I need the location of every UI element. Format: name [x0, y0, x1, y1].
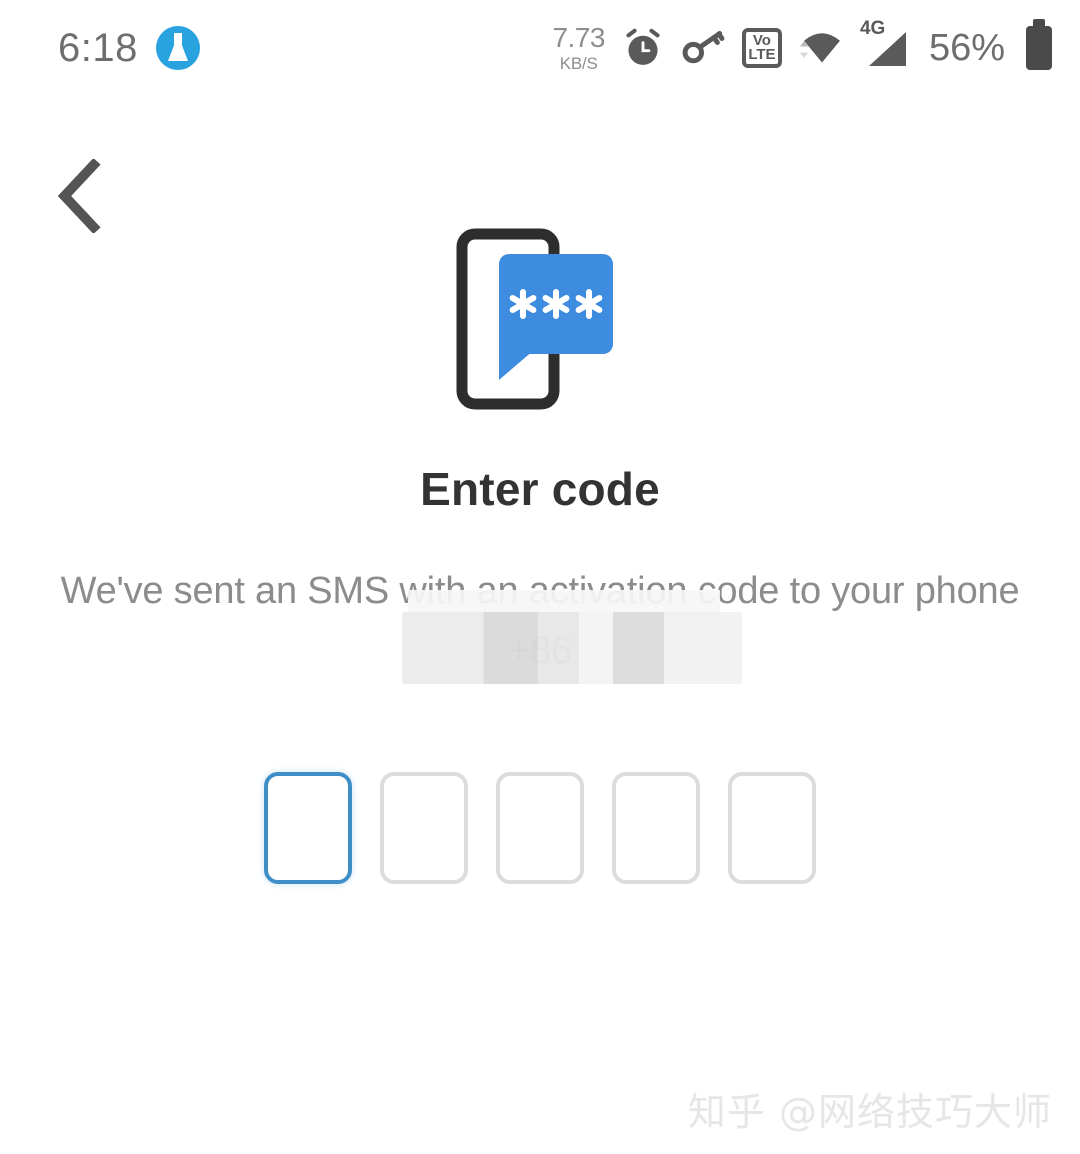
phone-number-value: +86 [508, 630, 572, 672]
wifi-icon [799, 33, 840, 63]
code-input-box-2[interactable] [380, 772, 468, 884]
code-input-box-5[interactable] [728, 772, 816, 884]
alarm-clock-icon [626, 28, 660, 65]
code-input-box-4[interactable] [612, 772, 700, 884]
cellular-signal-indicator: 4G [860, 18, 910, 72]
status-clock: 6:18 [58, 25, 138, 70]
battery-icon [1026, 26, 1052, 70]
code-input-box-1[interactable] [264, 772, 352, 884]
phone-number-line: +86 [0, 630, 1080, 673]
asterisk-glyphs [509, 289, 603, 319]
code-input-group [0, 772, 1080, 884]
volte-icon: Vo LTE [741, 28, 782, 68]
flask-icon [155, 26, 200, 70]
network-speed-value: 7.73 [552, 22, 605, 53]
phone-sms-code-illustration [455, 228, 625, 410]
page-title: Enter code [420, 463, 660, 515]
phone-screen: 6:18 7.73 KB/S Vo LTE 4G 56% Enter code … [0, 0, 1080, 1154]
network-speed-indicator: 7.73 KB/S [552, 22, 605, 73]
chevron-left-icon [57, 159, 101, 233]
status-bar-right: 7.73 KB/S Vo LTE 4G 56% [552, 18, 1052, 73]
volte-bottom-label: LTE [748, 46, 776, 63]
key-icon [682, 31, 725, 64]
status-bar: 6:18 7.73 KB/S Vo LTE 4G 56% [0, 0, 1080, 96]
battery-percent-label: 56% [928, 26, 1005, 69]
subtitle-text: We've sent an SMS with an activation cod… [60, 570, 1020, 612]
status-bar-left: 6:18 [58, 26, 200, 71]
cellular-generation-label: 4G [859, 18, 886, 39]
code-input-box-3[interactable] [496, 772, 584, 884]
watermark: 知乎 @网络技巧大师 [687, 1090, 1052, 1134]
network-speed-unit: KB/S [559, 54, 598, 73]
back-button[interactable] [34, 148, 130, 244]
